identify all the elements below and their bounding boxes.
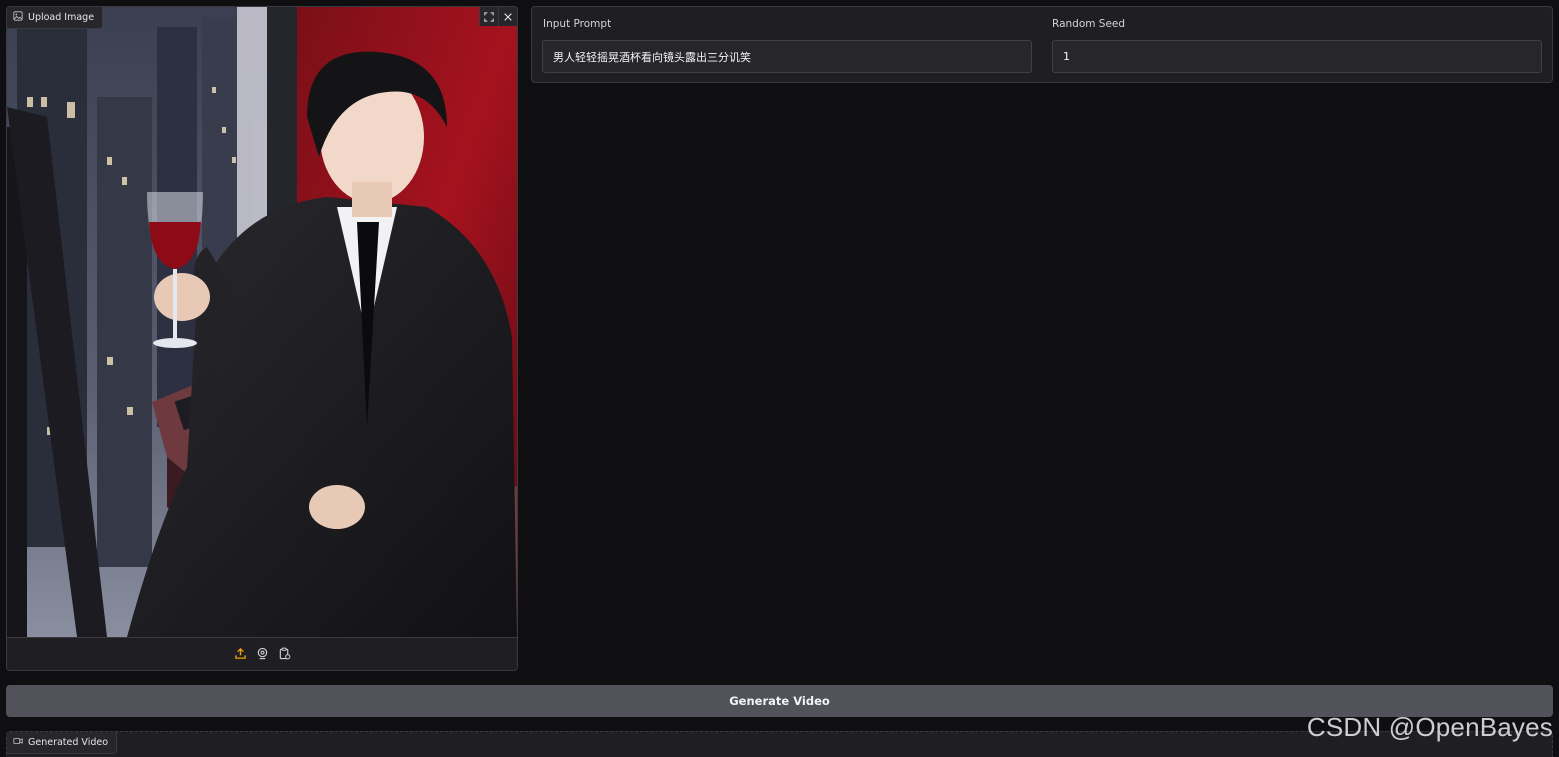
fullscreen-icon — [484, 7, 494, 26]
image-controls — [479, 7, 517, 26]
webcam-icon — [256, 645, 269, 664]
image-icon — [13, 11, 23, 24]
webcam-source-button[interactable] — [254, 646, 270, 662]
generated-video-label: Generated Video — [28, 737, 109, 748]
uploaded-image-art — [7, 7, 517, 637]
clipboard-source-button[interactable] — [276, 646, 292, 662]
upload-image-label-badge: Upload Image — [7, 7, 104, 29]
watermark-text: CSDN @OpenBayes — [1306, 712, 1553, 742]
generated-video-label-badge: Generated Video — [7, 732, 118, 754]
upload-source-button[interactable] — [232, 646, 248, 662]
clear-image-button[interactable] — [498, 7, 517, 26]
upload-image-panel[interactable]: Upload Image — [6, 6, 518, 671]
settings-panel: Input Prompt Random Seed — [531, 6, 1553, 83]
video-icon — [13, 736, 23, 749]
app-page: Upload Image Input Prompt 男人轻轻摇晃酒杯看向镜头露出… — [0, 0, 1559, 757]
uploaded-image-preview — [7, 7, 517, 637]
seed-input[interactable] — [1052, 40, 1542, 73]
clipboard-icon — [278, 645, 291, 664]
prompt-label: Input Prompt — [543, 18, 612, 30]
prompt-input[interactable] — [542, 40, 1032, 73]
upload-image-label: Upload Image — [28, 12, 95, 23]
fullscreen-button[interactable] — [479, 7, 498, 26]
image-source-toolbar — [7, 637, 517, 670]
upload-icon — [234, 645, 247, 664]
seed-label: Random Seed — [1052, 18, 1126, 30]
close-icon — [503, 7, 513, 26]
